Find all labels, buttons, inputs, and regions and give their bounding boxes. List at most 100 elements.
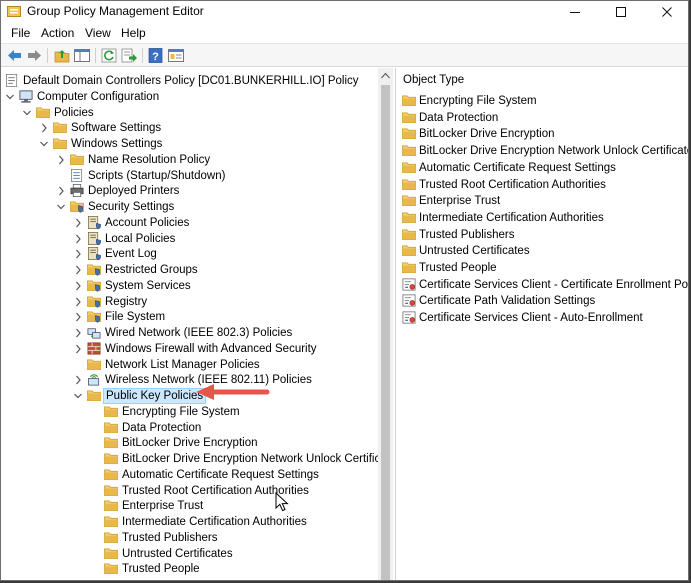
chevron-right-icon[interactable]: [56, 185, 66, 197]
back-arrow-icon[interactable]: [6, 47, 24, 64]
up-folder-icon[interactable]: [53, 47, 71, 64]
folder-icon: [104, 453, 118, 465]
tree-node-label: Restricted Groups: [105, 264, 198, 276]
chevron-right-icon[interactable]: [73, 311, 83, 323]
tree-node-label: Encrypting File System: [122, 405, 240, 418]
tree-node-local-policies[interactable]: Local Policies: [1, 231, 393, 247]
tree-node-label: Security Settings: [88, 201, 175, 213]
chevron-right-icon[interactable]: [73, 264, 83, 276]
tree-node-enterprise-trust[interactable]: Enterprise Trust: [1, 498, 393, 514]
chevron-right-icon[interactable]: [73, 248, 83, 260]
chevron-down-icon[interactable]: [56, 201, 66, 213]
gpme-window: Group Policy Management Editor File Acti…: [0, 0, 689, 581]
minimize-button[interactable]: [552, 1, 598, 23]
tree-node-data-protection[interactable]: Data Protection: [1, 420, 393, 436]
chevron-down-icon[interactable]: [73, 390, 83, 402]
window-title: Group Policy Management Editor: [27, 4, 204, 18]
list-item-label: Certificate Services Client - Certificat…: [419, 278, 688, 291]
tree-node-wired-network-ieee-802-3-policies[interactable]: Wired Network (IEEE 802.3) Policies: [1, 325, 393, 341]
tree-node-encrypting-file-system[interactable]: Encrypting File System: [1, 404, 393, 420]
mouse-cursor-icon: [275, 492, 289, 512]
folder-icon: [104, 469, 118, 480]
tree-node-label: Enterprise Trust: [122, 500, 204, 513]
list-item-label: BitLocker Drive Encryption: [419, 128, 555, 141]
tree-node-label: Registry: [105, 295, 148, 308]
tree-node-bitlocker-drive-encryption[interactable]: BitLocker Drive Encryption: [1, 435, 393, 451]
menu-help[interactable]: Help: [121, 26, 146, 40]
tree-node-untrusted-certificates[interactable]: Untrusted Certificates: [1, 546, 393, 562]
script-icon: [71, 168, 83, 182]
help-icon[interactable]: ?: [147, 47, 165, 64]
maximize-button[interactable]: [598, 1, 644, 23]
printer-icon: [70, 184, 84, 198]
tree-node-label: Default Domain Controllers Policy [DC01.…: [23, 75, 359, 87]
tree-node-label: Network List Manager Policies: [105, 358, 260, 371]
tree-node-network-list-manager-policies[interactable]: Network List Manager Policies: [1, 357, 393, 373]
menu-view[interactable]: View: [85, 26, 111, 40]
tree-node-trusted-people[interactable]: Trusted People: [1, 561, 393, 577]
tree-node-restricted-groups[interactable]: Restricted Groups: [1, 262, 393, 278]
chevron-right-icon[interactable]: [73, 296, 83, 308]
folder-icon: [402, 262, 416, 274]
tree-node-event-log[interactable]: Event Log: [1, 246, 393, 262]
list-item-label: Trusted People: [419, 262, 497, 274]
forward-arrow-icon[interactable]: [25, 47, 43, 64]
tree-node-system-services[interactable]: System Services: [1, 278, 393, 294]
tree-node-file-system[interactable]: File System: [1, 309, 393, 325]
close-button[interactable]: [644, 1, 688, 23]
chevron-down-icon[interactable]: [5, 91, 15, 103]
scroll-up-icon[interactable]: [381, 72, 390, 79]
tree-node-label: Event Log: [105, 248, 157, 261]
tree-node-label: Data Protection: [122, 421, 202, 434]
chevron-right-icon[interactable]: [39, 122, 49, 134]
chevron-right-icon[interactable]: [73, 327, 83, 339]
properties-icon[interactable]: [167, 47, 185, 64]
tree-node-label: Trusted People: [122, 563, 200, 576]
tree-node-registry[interactable]: Registry: [1, 294, 393, 310]
certificate-settings-icon: [402, 278, 416, 291]
chevron-right-icon[interactable]: [73, 217, 83, 229]
tree-node-trusted-root-certification-authorities[interactable]: Trusted Root Certification Authorities: [1, 483, 393, 499]
chevron-down-icon[interactable]: [39, 138, 49, 150]
toolbar-separator: [142, 48, 143, 63]
tree-node-label: Wired Network (IEEE 802.3) Policies: [105, 327, 293, 339]
folder-icon: [53, 122, 67, 134]
folder-icon: [104, 563, 118, 575]
tree-node-scripts-startup-shutdown[interactable]: Scripts (Startup/Shutdown): [1, 168, 393, 184]
chevron-down-icon[interactable]: [22, 107, 32, 119]
menu-action[interactable]: Action: [41, 26, 74, 40]
folder-icon: [402, 245, 416, 257]
object-type-column-header[interactable]: Object Type: [403, 74, 464, 86]
menu-file[interactable]: File: [11, 26, 30, 40]
folder-icon: [402, 128, 416, 140]
export-list-icon[interactable]: [120, 47, 138, 64]
folder-icon: [402, 162, 416, 173]
chevron-right-icon[interactable]: [73, 374, 83, 386]
tree-node-name-resolution-policy[interactable]: Name Resolution Policy: [1, 152, 393, 168]
tree-node-intermediate-certification-authorities[interactable]: Intermediate Certification Authorities: [1, 514, 393, 530]
show-hide-tree-icon[interactable]: [73, 47, 91, 64]
tree-node-bitlocker-drive-encryption-network-unlock-certificate[interactable]: BitLocker Drive Encryption Network Unloc…: [1, 451, 393, 467]
chevron-right-icon[interactable]: [56, 154, 66, 166]
tree-node-account-policies[interactable]: Account Policies: [1, 215, 393, 231]
tree-node-windows-settings[interactable]: Windows Settings: [1, 136, 393, 152]
tree-node-label: Windows Settings: [71, 138, 163, 150]
chevron-right-icon[interactable]: [73, 233, 83, 245]
tree-node-computer-configuration[interactable]: Computer Configuration: [1, 89, 393, 105]
tree-node-windows-firewall-with-advanced-security[interactable]: Windows Firewall with Advanced Security: [1, 341, 393, 357]
tree-node-policies[interactable]: Policies: [1, 105, 393, 121]
tree-node-deployed-printers[interactable]: Deployed Printers: [1, 183, 393, 199]
chevron-right-icon[interactable]: [73, 280, 83, 292]
tree-node-trusted-publishers[interactable]: Trusted Publishers: [1, 530, 393, 546]
list-item-label: Trusted Publishers: [419, 228, 515, 241]
refresh-icon[interactable]: [100, 47, 118, 64]
scrollbar-thumb[interactable]: [381, 85, 390, 580]
tree-node-security-settings[interactable]: Security Settings: [1, 199, 393, 215]
list-item-label: Enterprise Trust: [419, 195, 501, 208]
tree-node-default-domain-controllers-policy-dc01-bunkerhill-io-policy[interactable]: Default Domain Controllers Policy [DC01.…: [1, 73, 393, 89]
list-item-label: Certificate Services Client - Auto-Enrol…: [419, 312, 643, 325]
tree-vertical-scrollbar[interactable]: [378, 68, 393, 580]
chevron-right-icon[interactable]: [73, 343, 83, 355]
tree-node-software-settings[interactable]: Software Settings: [1, 120, 393, 136]
tree-node-automatic-certificate-request-settings[interactable]: Automatic Certificate Request Settings: [1, 467, 393, 483]
